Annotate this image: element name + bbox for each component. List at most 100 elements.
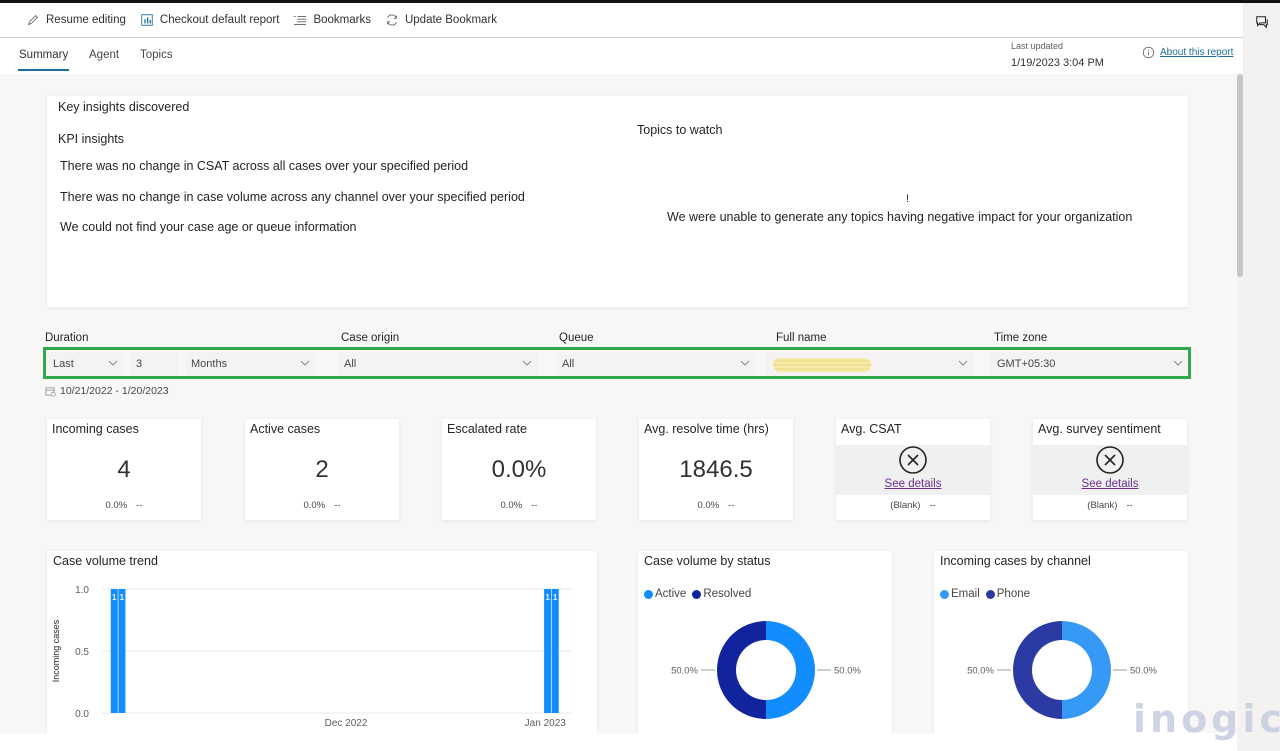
bookmarks-list-icon	[294, 16, 307, 25]
case-volume-trend-chart: 0.00.51.0Incoming cases1 1 1 1Dec 2022 Jan 2…	[51, 585, 572, 729]
x-tick-label: Jan 2023	[525, 718, 567, 729]
right-rail	[1243, 3, 1280, 751]
scrollbar-thumb[interactable]	[1237, 74, 1243, 277]
kpi-trend: --	[334, 500, 341, 511]
key-insights-card: Key insights discovered KPI insights The…	[47, 96, 1188, 307]
update-bookmark-button[interactable]: Update Bookmark	[385, 13, 497, 27]
kpi-trend: --	[929, 500, 936, 511]
kpi-title: Active cases	[250, 422, 321, 436]
donut-slice	[766, 621, 815, 719]
bar-data-label: 1	[553, 593, 558, 602]
update-bookmark-label: Update Bookmark	[404, 14, 498, 26]
kpi-trend: --	[1126, 500, 1133, 511]
pencil-icon	[27, 15, 38, 26]
donut-slice	[1062, 621, 1111, 719]
kpi-footer: 0.0% --	[442, 500, 596, 511]
command-bar: Resume editing Checkout default report B…	[0, 3, 1243, 38]
kpi-trend: --	[728, 500, 735, 511]
kpi-card-avg-resolve-time[interactable]: Avg. resolve time (hrs) 1846.5 0.0% --	[639, 419, 793, 520]
time-zone-label: Time zone	[994, 332, 1048, 344]
slice-data-label: 50.0%	[834, 666, 861, 677]
report-icon	[141, 14, 153, 26]
about-this-report-link[interactable]: About this report	[1142, 46, 1233, 59]
bottom-strip	[0, 733, 1237, 751]
bar-data-label: 1	[545, 593, 550, 602]
x-tick-label: Dec 2022	[325, 718, 368, 729]
chat-icon[interactable]	[1255, 15, 1269, 29]
case-volume-by-status-donut: 50.0% 50.0%	[671, 621, 861, 719]
kpi-card-avg-survey-sentiment[interactable]: Avg. survey sentiment See details (Blank…	[1033, 419, 1187, 520]
topics-to-watch-title: Topics to watch	[637, 123, 723, 137]
bookmarks-label: Bookmarks	[313, 14, 371, 26]
tab-topics[interactable]: Topics	[140, 49, 173, 61]
kpi-footer: 0.0% --	[639, 500, 793, 511]
kpi-title: Avg. resolve time (hrs)	[644, 422, 769, 436]
date-range: 10/21/2022 - 1/20/2023	[45, 385, 169, 397]
kpi-value: 1846.5	[679, 456, 753, 483]
kpi-value: 4	[117, 456, 131, 483]
kpi-change: 0.0%	[697, 500, 720, 511]
full-name-label: Full name	[776, 332, 827, 344]
kpi-title: Avg. survey sentiment	[1038, 422, 1161, 436]
kpi-trend: --	[531, 500, 538, 511]
checkout-default-report-label: Checkout default report	[159, 14, 280, 26]
y-tick-label: 1.0	[75, 585, 89, 596]
calendar-clock-icon	[45, 386, 56, 397]
kpi-card-escalated-rate[interactable]: Escalated rate 0.0% 0.0% --	[442, 419, 596, 520]
donut-slice	[717, 621, 766, 719]
y-tick-label: 0.0	[75, 709, 89, 720]
tab-agent[interactable]: Agent	[89, 49, 119, 61]
last-updated-value: 1/19/2023 3:04 PM	[1011, 57, 1104, 69]
case-volume-trend-card: Case volume trend 0.0 0.5 1.0 Incoming case…	[47, 551, 597, 741]
insight-line: We could not find your case age or queue…	[60, 220, 357, 234]
tab-summary[interactable]: Summary	[17, 49, 70, 71]
insight-line: There was no change in case volume acros…	[60, 190, 525, 204]
donut-slice	[1013, 621, 1062, 719]
kpi-title: Avg. CSAT	[841, 422, 902, 436]
filters-highlight-box	[43, 347, 1191, 379]
y-axis-label: Incoming cases	[51, 619, 61, 682]
y-tick-label: 0.5	[75, 647, 89, 658]
kpi-title: Incoming cases	[52, 422, 139, 436]
kpi-footer: 0.0% --	[245, 500, 399, 511]
resume-editing-button[interactable]: Resume editing	[26, 13, 126, 27]
bar-data-label: 1	[112, 593, 117, 602]
watermark-logo: inogic	[1133, 697, 1280, 741]
bar	[544, 589, 552, 713]
see-details-link[interactable]: See details	[1033, 478, 1187, 490]
kpi-title: Escalated rate	[447, 422, 527, 436]
slice-data-label: 50.0%	[671, 666, 698, 677]
insight-line: There was no change in CSAT across all c…	[60, 159, 469, 173]
error-circle-x-icon	[1096, 446, 1124, 474]
checkout-default-report-button[interactable]: Checkout default report	[140, 13, 280, 27]
info-icon	[1142, 46, 1155, 59]
kpi-card-active-cases[interactable]: Active cases 2 0.0% --	[245, 419, 399, 520]
date-range-text: 10/21/2022 - 1/20/2023	[60, 385, 169, 397]
see-details-link[interactable]: See details	[836, 478, 990, 490]
topics-to-watch-message: We were unable to generate any topics ha…	[667, 210, 1133, 224]
kpi-change: (Blank)	[890, 500, 921, 511]
refresh-icon	[387, 14, 397, 26]
case-origin-label: Case origin	[341, 332, 400, 344]
kpi-value: 0.0%	[491, 456, 547, 483]
kpi-footer: (Blank) --	[1033, 500, 1187, 511]
kpi-footer: 0.0% --	[47, 500, 201, 511]
kpi-card-incoming-cases[interactable]: Incoming cases 4 0.0% --	[47, 419, 201, 520]
slice-data-label: 50.0%	[1130, 666, 1157, 677]
kpi-insights-title: KPI insights	[58, 132, 125, 146]
bar	[551, 589, 559, 713]
warning-icon: !	[906, 193, 910, 205]
kpi-footer: (Blank) --	[836, 500, 990, 511]
bookmarks-button[interactable]: Bookmarks	[293, 13, 371, 27]
kpi-change: 0.0%	[500, 500, 523, 511]
bar-data-label: 1	[120, 593, 125, 602]
kpi-card-avg-csat[interactable]: Avg. CSAT See details (Blank) --	[836, 419, 990, 520]
duration-label: Duration	[45, 332, 89, 344]
kpi-change: (Blank)	[1087, 500, 1118, 511]
resume-editing-label: Resume editing	[46, 14, 126, 26]
kpi-value: 2	[315, 456, 329, 483]
slice-data-label: 50.0%	[967, 666, 994, 677]
about-this-report-label: About this report	[1160, 47, 1234, 58]
case-volume-by-status-card: Case volume by status Active Resolved 50…	[638, 551, 892, 741]
queue-label: Queue	[559, 332, 594, 344]
